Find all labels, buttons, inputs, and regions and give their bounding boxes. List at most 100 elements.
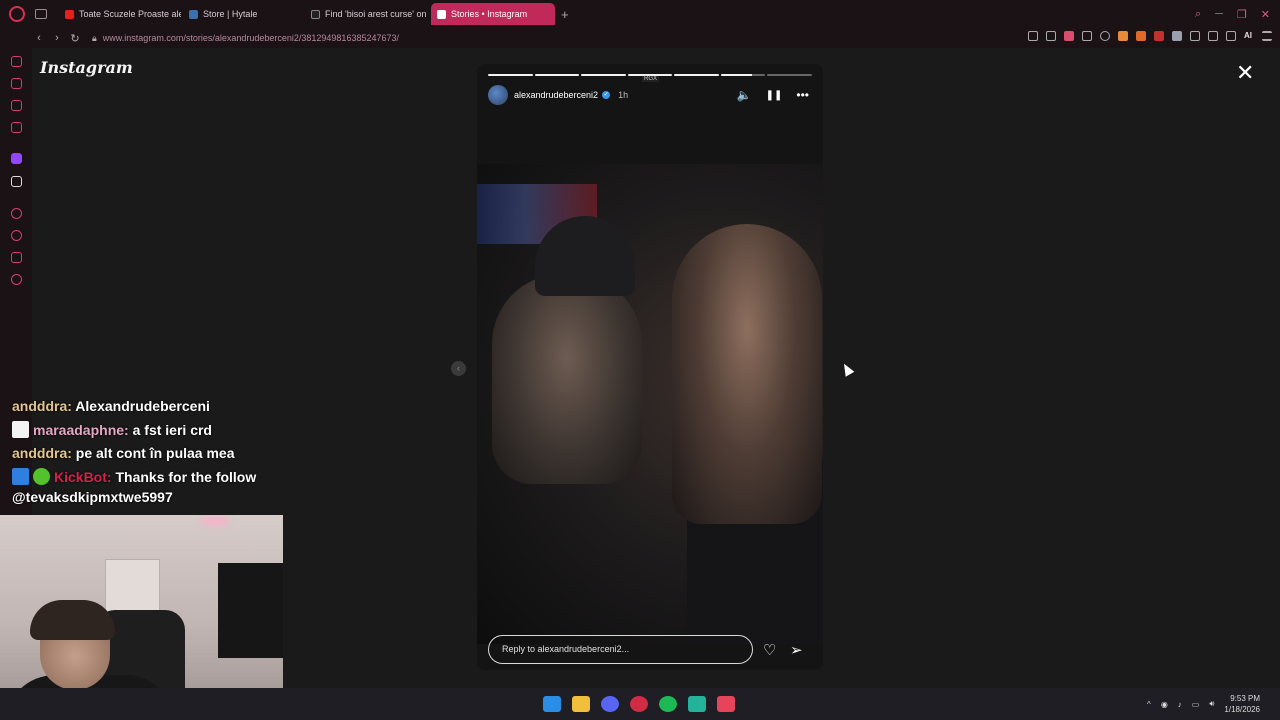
chat-text: pe alt cont în pulaa mea (75, 445, 235, 461)
chat-message: KickBot: Thanks for the follow (12, 466, 302, 490)
back-icon[interactable]: ‹ (30, 32, 48, 44)
discord-icon[interactable] (601, 696, 619, 712)
extension-badge-icon[interactable] (1154, 31, 1164, 41)
story-time: 1h (618, 90, 629, 100)
tab-youtube[interactable]: Toate Scuzele Proaste ale (59, 3, 181, 25)
sidebar-shopping-icon[interactable] (11, 78, 22, 89)
download-icon[interactable] (1226, 31, 1236, 41)
tab-instagram[interactable]: Stories • Instagram (431, 3, 555, 25)
sidebar-extensions-icon[interactable] (11, 252, 22, 263)
search-icon[interactable]: ⌕ (1195, 8, 1201, 21)
like-icon[interactable]: ♡ (763, 641, 776, 659)
network-icon[interactable]: ▭ (1192, 700, 1200, 709)
snapshot-icon[interactable] (1046, 31, 1056, 41)
tab-tiktok[interactable]: Find 'bisoi arest curse' on (305, 3, 429, 25)
sidebar-history-icon[interactable] (11, 230, 22, 241)
stream-chat: andddra: Alexandrudeberceni maraadaphne:… (12, 395, 302, 506)
shield-icon[interactable] (1064, 31, 1074, 41)
person-right (672, 224, 822, 524)
person-left (492, 274, 642, 484)
more-options-icon[interactable]: ••• (796, 88, 809, 102)
pin-icon[interactable] (1028, 31, 1038, 41)
volume-icon[interactable]: 🔊︎ (1209, 699, 1214, 709)
chat-message: andddra: Alexandrudeberceni (12, 398, 210, 414)
spotify-icon[interactable] (659, 696, 677, 712)
reload-icon[interactable]: ↻ (66, 32, 84, 45)
tab-label: Stories • Instagram (451, 9, 528, 19)
tab-bar: Toate Scuzele Proaste ale Store | Hytale… (0, 0, 1280, 28)
sidebar-player-icon[interactable] (11, 208, 22, 219)
chat-username: KickBot (54, 468, 107, 485)
tray-expand-icon[interactable]: ^ (1147, 700, 1151, 709)
mic-icon[interactable]: ♪ (1178, 700, 1182, 709)
extension-icon[interactable] (1172, 31, 1182, 41)
profile-icon[interactable] (1208, 31, 1218, 41)
start-menu-icon[interactable] (543, 696, 561, 712)
taskbar-apps (543, 696, 735, 712)
menu-icon[interactable] (1262, 31, 1272, 41)
address-bar: ‹ › ↻ 🔒︎ www.instagram.com/stories/alexa… (0, 28, 1280, 48)
chat-username: andddra (12, 445, 68, 461)
progress-segment (488, 74, 533, 76)
avatar[interactable] (488, 85, 508, 105)
play-icon[interactable] (1082, 31, 1092, 41)
youtube-icon (65, 9, 74, 19)
story-media (477, 164, 823, 644)
mute-icon[interactable]: 🔈 (737, 88, 752, 102)
extension-icon[interactable] (1118, 31, 1128, 41)
discord-tray-icon[interactable]: ◉ (1161, 700, 1168, 709)
new-tab-button[interactable]: + (561, 7, 569, 22)
clock[interactable]: 9:53 PM 1/18/2026 (1224, 693, 1260, 715)
app-icon[interactable] (688, 696, 706, 712)
progress-segment (581, 74, 626, 76)
heart-icon[interactable] (1100, 31, 1110, 41)
hytale-icon (189, 9, 198, 19)
system-tray: ^ ◉ ♪ ▭ 🔊︎ 9:53 PM 1/18/2026 (1147, 693, 1260, 715)
tab-hytale[interactable]: Store | Hytale (183, 3, 303, 25)
instagram-icon (437, 9, 446, 19)
extension-icon[interactable] (1136, 31, 1146, 41)
forward-icon[interactable]: › (48, 32, 66, 44)
sidebar-aria-icon[interactable] (11, 56, 22, 67)
sidebar-twitch-icon[interactable] (11, 153, 22, 164)
story-username[interactable]: alexandrudeberceni2 (514, 90, 598, 100)
file-explorer-icon[interactable] (572, 696, 590, 712)
chat-message: maraadaphne: a fst ieri crd (12, 419, 302, 443)
minimize-icon[interactable]: ─ (1215, 8, 1223, 20)
opera-logo-icon[interactable] (9, 6, 25, 22)
restore-icon[interactable]: ❐ (1237, 8, 1247, 21)
ai-button[interactable]: AI (1244, 31, 1254, 41)
app-icon[interactable] (717, 696, 735, 712)
chat-username: maraadaphne (33, 421, 125, 438)
share-icon[interactable]: ➢ (790, 641, 803, 659)
extensions-toolbar: AI (1028, 31, 1272, 41)
sidebar-x-icon[interactable] (11, 176, 22, 187)
previous-story-button[interactable]: ‹ (451, 361, 466, 376)
workspaces-icon[interactable] (35, 9, 47, 19)
close-window-icon[interactable]: ✕ (1261, 8, 1270, 21)
bot-badge-icon (12, 467, 29, 485)
subscriber-badge-icon (12, 420, 29, 438)
sidebar-settings-icon[interactable] (11, 274, 22, 285)
screen: Toate Scuzele Proaste ale Store | Hytale… (0, 0, 1280, 720)
chat-message-continuation: @tevaksdkipmxtwe5997 (12, 489, 173, 505)
progress-segment (720, 74, 766, 76)
clock-time: 9:53 PM (1230, 694, 1260, 703)
story-controls: 🔈 ❚❚ ••• (737, 88, 809, 102)
opera-icon[interactable] (630, 696, 648, 712)
streamer-hair (30, 600, 115, 640)
pause-icon[interactable]: ❚❚ (766, 90, 783, 101)
url-field[interactable]: www.instagram.com/stories/alexandrudeber… (103, 33, 399, 43)
reply-input[interactable]: Reply to alexandrudeberceni2... (488, 635, 753, 664)
story-viewer: RGX alexandrudeberceni2 ✓ 1h 🔈 ❚❚ ••• Re… (477, 64, 823, 670)
instagram-logo[interactable]: Instagram (40, 58, 133, 77)
progress-segment (674, 74, 719, 76)
chat-text: a fst ieri crd (132, 421, 212, 438)
close-story-button[interactable]: ✕ (1236, 62, 1254, 84)
sidebar-edit-icon[interactable] (11, 100, 22, 111)
extensions-icon[interactable] (1190, 31, 1200, 41)
sidebar-gmail-icon[interactable] (11, 122, 22, 133)
tiktok-icon (311, 9, 320, 19)
room-tv (218, 563, 283, 658)
clock-date: 1/18/2026 (1224, 705, 1260, 714)
